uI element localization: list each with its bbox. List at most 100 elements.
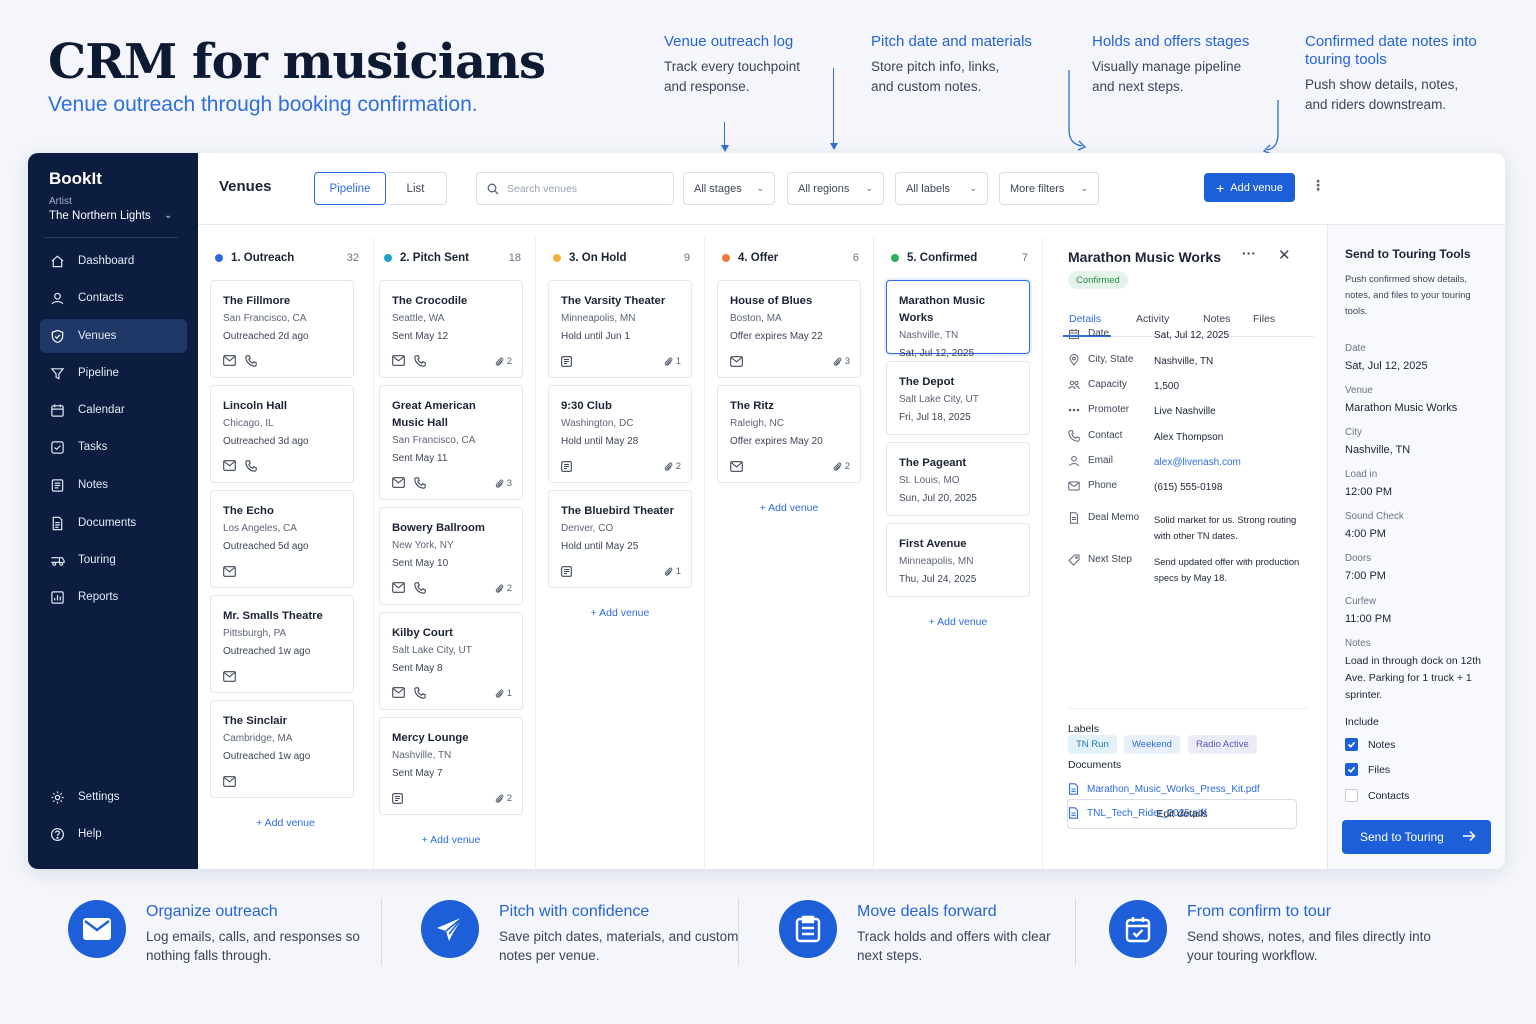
note-icon[interactable] bbox=[561, 356, 572, 367]
checkbox-unchecked[interactable] bbox=[1345, 789, 1358, 802]
venue-card[interactable]: The Fillmore San Francisco, CA Outreached … bbox=[210, 280, 354, 378]
label-chip[interactable]: TN Run bbox=[1068, 735, 1117, 754]
add-venue-link[interactable]: + Add venue bbox=[536, 607, 704, 619]
tab-files[interactable]: Files bbox=[1253, 313, 1275, 325]
venue-card[interactable]: House of Blues Boston, MA Offer expires Ma… bbox=[717, 280, 861, 378]
phone-icon[interactable] bbox=[414, 687, 426, 699]
venue-status: Hold until May 28 bbox=[561, 436, 639, 447]
venue-card[interactable]: The Sinclair Cambridge, MA Outreached 1w a… bbox=[210, 700, 354, 798]
venue-card[interactable]: The Bluebird Theater Denver, CO Hold until… bbox=[548, 490, 692, 588]
mail-icon[interactable] bbox=[223, 460, 236, 471]
callout-arrow bbox=[1068, 70, 1087, 151]
close-icon[interactable]: ✕ bbox=[1278, 246, 1291, 264]
venue-card[interactable]: The Pageant St. Louis, MO Sun, Jul 20, 202… bbox=[886, 442, 1030, 516]
checkbox-checked[interactable] bbox=[1345, 738, 1358, 751]
label-chip[interactable]: Weekend bbox=[1124, 735, 1180, 754]
add-venue-link[interactable]: + Add venue bbox=[874, 616, 1042, 628]
venue-name: The Fillmore bbox=[223, 295, 291, 307]
venue-card[interactable]: The Echo Los Angeles, CA Outreached 5d ago bbox=[210, 490, 354, 588]
mail-icon[interactable] bbox=[223, 566, 236, 577]
note-icon[interactable] bbox=[561, 566, 572, 577]
filter-more[interactable]: More filters ⌄ bbox=[999, 172, 1099, 205]
send-to-touring-button[interactable]: Send to Touring bbox=[1342, 820, 1491, 854]
sidebar-item-touring[interactable]: Touring bbox=[40, 543, 187, 577]
add-venue-link[interactable]: + Add venue bbox=[367, 834, 535, 846]
mail-icon[interactable] bbox=[223, 355, 236, 366]
more-options-icon[interactable]: ··· bbox=[1242, 245, 1256, 261]
venue-card[interactable]: The Ritz Raleigh, NC Offer expires May 20 2 bbox=[717, 385, 861, 483]
column-count: 9 bbox=[683, 252, 690, 264]
include-notes-checkbox[interactable]: Notes bbox=[1345, 738, 1395, 751]
tab-notes[interactable]: Notes bbox=[1203, 313, 1230, 325]
add-venue-link[interactable]: + Add venue bbox=[705, 502, 873, 514]
document-link[interactable]: Marathon_Music_Works_Press_Kit.pdf bbox=[1068, 783, 1260, 795]
venue-status: Hold until May 25 bbox=[561, 541, 639, 552]
phone-icon[interactable] bbox=[414, 355, 426, 367]
filter-regions[interactable]: All regions ⌄ bbox=[787, 172, 884, 205]
venue-card[interactable]: Great American Music Hall San Francisco, … bbox=[379, 385, 523, 500]
tab-details[interactable]: Details bbox=[1069, 313, 1101, 325]
sidebar-item-dashboard[interactable]: Dashboard bbox=[40, 244, 187, 278]
sidebar-item-notes[interactable]: Notes bbox=[40, 468, 187, 502]
venue-location: Minneapolis, MN bbox=[899, 556, 974, 567]
chevron-down-icon[interactable]: ⌄ bbox=[164, 210, 172, 221]
include-contacts-checkbox[interactable]: Contacts bbox=[1345, 789, 1409, 802]
venue-card[interactable]: Marathon Music Works Nashville, TN Sat, Ju… bbox=[886, 280, 1030, 359]
phone-icon[interactable] bbox=[245, 460, 257, 472]
paperclip-icon bbox=[664, 462, 673, 471]
add-venue-button[interactable]: + Add venue bbox=[1204, 173, 1295, 202]
mail-icon[interactable] bbox=[223, 776, 236, 787]
venue-card[interactable]: Mr. Smalls Theatre Pittsburgh, PA Outreach… bbox=[210, 595, 354, 693]
label-chip[interactable]: Radio Active bbox=[1188, 735, 1257, 754]
mail-icon[interactable] bbox=[730, 461, 743, 472]
sidebar-item-reports[interactable]: Reports bbox=[40, 580, 187, 614]
venue-location: Cambridge, MA bbox=[223, 733, 293, 744]
checkbox-checked[interactable] bbox=[1345, 763, 1358, 776]
venue-card[interactable]: The Depot Salt Lake City, UT Fri, Jul 18, … bbox=[886, 361, 1030, 435]
mail-icon[interactable] bbox=[392, 355, 405, 366]
mail-icon[interactable] bbox=[392, 582, 405, 593]
venue-card[interactable]: The Varsity Theater Minneapolis, MN Hold u… bbox=[548, 280, 692, 378]
sidebar-item-calendar[interactable]: Calendar bbox=[40, 393, 187, 427]
sidebar-item-contacts[interactable]: Contacts bbox=[40, 281, 187, 315]
artist-selector[interactable]: The Northern Lights bbox=[49, 210, 151, 222]
mail-icon[interactable] bbox=[392, 477, 405, 488]
venue-card[interactable]: Bowery Ballroom New York, NY Sent May 10 2 bbox=[379, 507, 523, 605]
edit-details-button[interactable]: Edit details bbox=[1067, 799, 1297, 829]
add-venue-link[interactable]: + Add venue bbox=[198, 817, 373, 829]
venue-card[interactable]: Kilby Court Salt Lake City, UT Sent May 8 1 bbox=[379, 612, 523, 710]
field-value[interactable]: alex@livenash.com bbox=[1154, 455, 1314, 471]
search-input[interactable]: Search venues bbox=[476, 172, 674, 205]
more-options-icon[interactable]: ⋮ bbox=[1311, 177, 1325, 194]
sidebar-item-venues[interactable]: Venues bbox=[40, 319, 187, 353]
venue-card[interactable]: Lincoln Hall Chicago, IL Outreached 3d ago bbox=[210, 385, 354, 483]
sidebar-item-pipeline[interactable]: Pipeline bbox=[40, 356, 187, 390]
sidebar-item-tasks[interactable]: Tasks bbox=[40, 430, 187, 464]
sidebar-item-documents[interactable]: Documents bbox=[40, 506, 187, 540]
note-icon[interactable] bbox=[392, 793, 403, 804]
include-files-checkbox[interactable]: Files bbox=[1345, 763, 1390, 776]
sidebar-item-settings[interactable]: Settings bbox=[40, 780, 187, 814]
venue-card[interactable]: First Avenue Minneapolis, MN Thu, Jul 24, … bbox=[886, 523, 1030, 597]
filter-labels[interactable]: All labels ⌄ bbox=[895, 172, 988, 205]
phone-icon[interactable] bbox=[245, 355, 257, 367]
phone-icon[interactable] bbox=[414, 582, 426, 594]
mail-icon[interactable] bbox=[730, 356, 743, 367]
venue-card[interactable]: Mercy Lounge Nashville, TN Sent May 7 2 bbox=[379, 717, 523, 815]
mail-icon[interactable] bbox=[392, 687, 405, 698]
venue-card[interactable]: The Crocodile Seattle, WA Sent May 12 2 bbox=[379, 280, 523, 378]
touring-field-label: Sound Check bbox=[1345, 511, 1404, 522]
note-icon[interactable] bbox=[561, 461, 572, 472]
filter-stages[interactable]: All stages ⌄ bbox=[683, 172, 775, 205]
field-value: 1,500 bbox=[1154, 381, 1180, 392]
phone-icon[interactable] bbox=[414, 477, 426, 489]
arrow-right-icon bbox=[1463, 830, 1476, 842]
mail-icon[interactable] bbox=[223, 671, 236, 682]
sidebar-item-help[interactable]: Help bbox=[40, 817, 187, 851]
view-toggle-list[interactable]: List bbox=[385, 172, 447, 205]
view-toggle-pipeline[interactable]: Pipeline bbox=[314, 172, 386, 205]
venue-card[interactable]: 9:30 Club Washington, DC Hold until May 28… bbox=[548, 385, 692, 483]
tab-activity[interactable]: Activity bbox=[1136, 313, 1169, 325]
card-actions bbox=[223, 671, 236, 682]
hero-title: CRM for musicians bbox=[48, 34, 546, 90]
